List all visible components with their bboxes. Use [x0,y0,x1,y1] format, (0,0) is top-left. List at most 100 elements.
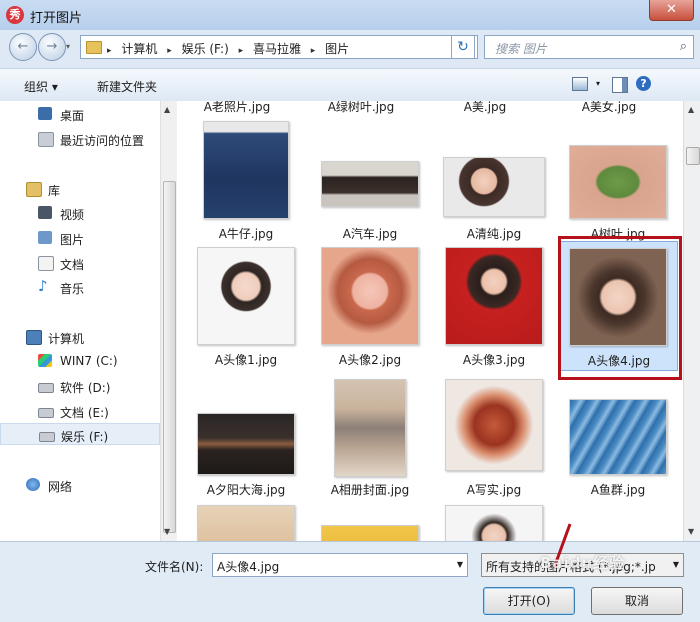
breadcrumb-separator[interactable]: ▸ [239,46,244,56]
toolbar: 组织 ▾ 新建文件夹 ▾ ? [0,68,700,102]
sidebar-item-network[interactable]: 网络 [0,474,160,496]
file-name: A树叶.jpg [590,227,646,241]
file-name: A鱼群.jpg [590,483,646,497]
title-bar: 秀 打开图片 ✕ [0,0,700,30]
file-tile[interactable]: A美.jpg [425,101,545,116]
breadcrumb-separator[interactable]: ▸ [167,46,172,56]
new-folder-button[interactable]: 新建文件夹 [97,78,157,95]
filename-value: A头像4.jpg [217,560,280,574]
sidebar-item-drive-e[interactable]: 文档 (E:) [0,400,160,422]
sidebar-item-computer[interactable]: 计算机 [0,326,160,348]
file-name: A牛仔.jpg [218,227,274,241]
scroll-down-icon[interactable]: ▼ [688,527,694,536]
sidebar-item-label: 软件 (D:) [60,381,111,395]
open-button[interactable]: 打开(O) [483,587,575,615]
file-tile[interactable]: A老照片.jpg [177,101,297,116]
sidebar-item-label: 音乐 [60,282,85,296]
sidebar-item-libraries[interactable]: 库 [0,178,160,200]
file-thumbnail [197,413,295,475]
sidebar-item-label: 桌面 [60,109,85,123]
scroll-up-icon[interactable]: ▲ [688,105,694,114]
sidebar-item-label: 图片 [60,233,85,247]
file-tile[interactable]: A牛仔.jpg [186,115,306,245]
chevron-down-icon[interactable]: ▼ [457,560,463,569]
history-dropdown[interactable]: ▾ [66,42,70,51]
file-tile-selected[interactable]: A头像4.jpg [558,241,678,371]
file-thumbnail [203,121,289,219]
sidebar-item-desktop[interactable]: 桌面 [0,103,160,125]
breadcrumb-separator[interactable]: ▸ [311,46,316,56]
help-icon[interactable]: ? [636,76,651,91]
drive-icon [38,383,54,393]
view-options-dropdown[interactable]: ▾ [596,79,600,88]
organize-button[interactable]: 组织 ▾ [24,78,58,95]
file-name: A美.jpg [463,101,507,114]
breadcrumb-ximalaya[interactable]: 喜马拉雅 [253,42,301,56]
file-tile[interactable]: A树叶.jpg [558,115,678,245]
file-thumbnail [321,525,419,541]
file-name: A汽车.jpg [342,227,398,241]
scroll-up-icon[interactable]: ▲ [164,105,170,114]
file-thumbnail [445,379,543,471]
sidebar-scroll-thumb[interactable] [163,181,176,533]
preview-pane-icon[interactable] [612,77,628,93]
file-tile[interactable]: A清纯.jpg [434,115,554,245]
chevron-down-icon[interactable]: ▼ [673,560,679,569]
close-button[interactable]: ✕ [649,0,694,21]
forward-button[interactable]: → [38,33,66,61]
file-tile[interactable]: A美女.jpg [549,101,669,116]
sidebar-item-drive-f[interactable]: 娱乐 (F:) [0,423,160,445]
file-thumbnail [445,247,543,345]
address-bar[interactable]: ▸ 计算机 ▸ 娱乐 (F:) ▸ 喜马拉雅 ▸ 图片 ▾ [80,35,478,59]
refresh-button[interactable]: ↻ [451,35,475,59]
system-drive-icon [38,354,52,367]
sidebar-item-label: 最近访问的位置 [60,134,145,148]
file-thumbnail [569,145,667,219]
breadcrumb-computer[interactable]: 计算机 [121,42,157,56]
search-input[interactable]: 搜索 图片 ⌕ [484,35,694,59]
file-tile[interactable] [310,501,430,541]
breadcrumb-pictures[interactable]: 图片 [325,42,349,56]
sidebar-item-label: 视频 [60,208,85,222]
sidebar-scrollbar[interactable]: ▲ ▼ [160,101,177,541]
cancel-button[interactable]: 取消 [591,587,683,615]
breadcrumb-separator[interactable]: ▸ [107,46,112,56]
file-tile[interactable]: A写实.jpg [434,373,554,503]
file-list-scrollbar[interactable]: ▲ ▼ [683,101,700,541]
file-tile[interactable]: A汽车.jpg [310,115,430,245]
file-tile[interactable]: A绿树叶.jpg [301,101,421,116]
breadcrumb-drive-f[interactable]: 娱乐 (F:) [182,42,229,56]
file-tile[interactable]: A鱼群.jpg [558,373,678,503]
filename-field[interactable]: A头像4.jpg ▼ [212,553,468,577]
file-name: A老照片.jpg [203,101,271,114]
file-name: A美女.jpg [581,101,637,114]
sidebar-item-drive-d[interactable]: 软件 (D:) [0,375,160,397]
file-tile[interactable]: A头像1.jpg [186,241,306,371]
sidebar-item-drive-c[interactable]: WIN7 (C:) [0,350,160,372]
back-button[interactable]: ← [9,33,37,61]
file-tile[interactable]: A相册封面.jpg [310,373,430,503]
file-thumbnail [197,247,295,345]
file-tile[interactable] [434,501,554,541]
sidebar-item-label: 库 [48,184,61,198]
sidebar-item-videos[interactable]: 视频 [0,202,160,224]
drive-icon [38,408,54,418]
sidebar-item-documents[interactable]: 文档 [0,252,160,274]
sidebar-item-pictures[interactable]: 图片 [0,227,160,249]
file-tile[interactable]: A头像3.jpg [434,241,554,371]
change-view-icon[interactable] [572,77,588,91]
network-icon [26,478,40,491]
window-title: 打开图片 [30,11,83,26]
sidebar-item-recent[interactable]: 最近访问的位置 [0,128,160,150]
sidebar-item-music[interactable]: ♪ 音乐 [0,276,160,298]
drive-icon [39,432,55,442]
file-list: A老照片.jpg A绿树叶.jpg A美.jpg A美女.jpg A牛仔.jpg… [177,101,683,541]
file-tile[interactable]: A头像2.jpg [310,241,430,371]
file-name: A夕阳大海.jpg [206,483,286,497]
navigation-bar: ← → ▾ ▸ 计算机 ▸ 娱乐 (F:) ▸ 喜马拉雅 ▸ 图片 ▾ ↻ 搜索… [0,30,700,64]
file-tile[interactable]: A夕阳大海.jpg [186,373,306,503]
file-list-scroll-thumb[interactable] [686,147,700,165]
file-tile[interactable] [186,501,306,541]
sidebar-item-label: 文档 (E:) [60,406,109,420]
scroll-down-icon[interactable]: ▼ [164,527,170,536]
